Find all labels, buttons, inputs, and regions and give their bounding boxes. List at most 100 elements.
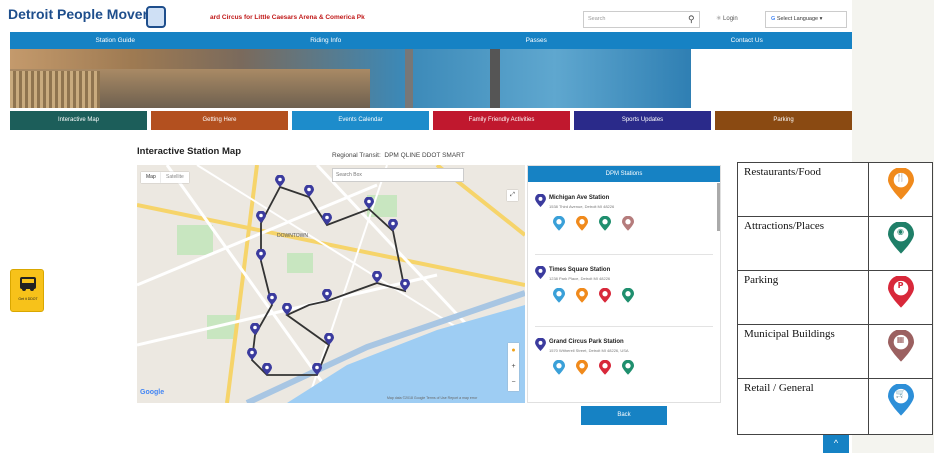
news-ticker[interactable]: ard Circus for Little Caesars Arena & Co… — [210, 14, 365, 21]
login-link[interactable]: ⚛ Login — [716, 15, 738, 22]
nav-riding-info[interactable]: Riding Info — [221, 32, 432, 49]
amenity-legend: Restaurants/Food 🍴 Attractions/Places ◉ … — [737, 162, 933, 435]
category-bar: Interactive Map Getting Here Events Cale… — [10, 111, 852, 130]
station-pin-icon[interactable] — [256, 211, 266, 223]
amenity-marker-icon[interactable] — [576, 215, 588, 236]
legend-label: Attractions/Places — [737, 216, 869, 271]
amenity-marker-icon[interactable] — [622, 215, 634, 236]
amenity-marker-icon[interactable] — [599, 287, 611, 308]
station-pin-icon[interactable] — [304, 185, 314, 197]
amenity-marker-icon[interactable] — [553, 287, 565, 308]
station-pin-icon — [535, 193, 546, 207]
station-amenity-icons — [553, 287, 634, 308]
category-family-activities[interactable]: Family Friendly Activities — [433, 111, 570, 130]
pegman-icon[interactable]: ● — [508, 343, 519, 359]
attraction-icon: ◉ — [887, 221, 914, 254]
amenity-marker-icon[interactable] — [576, 287, 588, 308]
map-search-input[interactable]: Search Box — [332, 168, 464, 182]
station-name[interactable]: Grand Circus Park Station — [549, 339, 624, 345]
page-title: Interactive Station Map — [137, 146, 241, 157]
legend-icon-cell: 🍴 — [868, 162, 933, 217]
station-pin-icon[interactable] — [267, 293, 277, 305]
station-pin-icon[interactable] — [256, 249, 266, 261]
search-input[interactable]: Search — [583, 11, 700, 28]
zoom-out-button[interactable]: − — [508, 375, 519, 391]
amenity-marker-icon[interactable] — [599, 215, 611, 236]
map-canvas[interactable]: DOWNTOWN — [137, 165, 525, 403]
back-button[interactable]: Back — [581, 406, 667, 425]
station-address: 1238 Park Place, Detroit MI 48226 — [549, 276, 611, 281]
station-name[interactable]: Michigan Ave Station — [549, 195, 609, 201]
station-amenity-icons — [553, 359, 634, 380]
zoom-in-button[interactable]: + — [508, 359, 519, 375]
zoom-control[interactable]: ● + − — [508, 343, 519, 391]
site-logo[interactable]: Detroit People Mover — [8, 6, 148, 22]
station-pin-icon[interactable] — [400, 279, 410, 291]
legend-row: Retail / General 🛒 — [737, 378, 933, 435]
station-item[interactable]: Grand Circus Park Station 1570 Witherell… — [535, 337, 715, 398]
main-nav: Station Guide Riding Info Passes Contact… — [10, 32, 852, 49]
amenity-marker-icon[interactable] — [599, 359, 611, 380]
map-attribution[interactable]: Map data ©2018 Google Terms of Use Repor… — [387, 396, 477, 400]
legend-icon-glyph: 🛒 — [895, 389, 906, 398]
category-getting-here[interactable]: Getting Here — [151, 111, 288, 130]
hero-fence — [10, 71, 100, 108]
bus-icon — [20, 277, 36, 291]
station-pin-icon[interactable] — [262, 363, 272, 375]
category-sports-updates[interactable]: Sports Updates — [574, 111, 711, 130]
amenity-marker-icon[interactable] — [622, 359, 634, 380]
category-parking[interactable]: Parking — [715, 111, 852, 130]
regional-transit-options[interactable]: DPM QLINE DDOT SMART — [384, 152, 464, 159]
station-pin-icon[interactable] — [250, 323, 260, 335]
legend-label: Parking — [737, 270, 869, 325]
legend-icon-glyph: 🍴 — [895, 173, 906, 182]
amenity-marker-icon[interactable] — [553, 215, 565, 236]
legend-icon-cell: 🛒 — [868, 378, 933, 435]
search-icon[interactable]: ⚲ — [688, 14, 695, 25]
station-address: 1538 Third Avenue, Detroit MI 48226 — [549, 204, 615, 209]
chevron-down-icon: ▾ — [818, 16, 823, 22]
station-item[interactable]: Michigan Ave Station 1538 Third Avenue, … — [535, 193, 715, 254]
station-pin-icon[interactable] — [282, 303, 292, 315]
station-pin-icon[interactable] — [324, 333, 334, 345]
google-logo: Google — [140, 389, 165, 396]
regional-transit: Regional Transit: DPM QLINE DDOT SMART — [332, 152, 465, 159]
nav-contact-us[interactable]: Contact Us — [642, 32, 853, 49]
station-pin-icon[interactable] — [372, 271, 382, 283]
legend-label: Restaurants/Food — [737, 162, 869, 217]
legend-row: Municipal Buildings ▦ — [737, 324, 933, 379]
panel-scrollbar[interactable] — [717, 183, 720, 231]
ddot-app-badge[interactable]: Get it DDOT — [10, 269, 44, 312]
amenity-marker-icon[interactable] — [622, 287, 634, 308]
station-item[interactable]: Times Square Station 1238 Park Place, De… — [535, 265, 715, 326]
parking-icon: P — [887, 275, 914, 308]
legend-row: Parking P — [737, 270, 933, 325]
station-name[interactable]: Times Square Station — [549, 267, 610, 273]
map-view-button[interactable]: Map — [141, 172, 161, 183]
amenity-marker-icon[interactable] — [576, 359, 588, 380]
station-map[interactable]: DOWNTOWN Map Satellite Search Box ⤢ ● + … — [137, 165, 525, 403]
legend-icon-glyph: P — [897, 281, 904, 290]
category-events-calendar[interactable]: Events Calendar — [292, 111, 429, 130]
building-icon: ▦ — [887, 329, 914, 362]
nav-passes[interactable]: Passes — [431, 32, 642, 49]
station-pin-icon[interactable] — [364, 197, 374, 209]
station-pin-icon[interactable] — [312, 363, 322, 375]
logo-badge-icon — [146, 6, 166, 28]
station-pin-icon[interactable] — [388, 219, 398, 231]
language-select[interactable]: G Select Language ▾ — [765, 11, 847, 28]
satellite-view-button[interactable]: Satellite — [161, 172, 189, 183]
scroll-top-button[interactable]: ^ — [823, 435, 849, 453]
station-pin-icon[interactable] — [247, 348, 257, 360]
nav-station-guide[interactable]: Station Guide — [10, 32, 221, 49]
fullscreen-icon[interactable]: ⤢ — [507, 190, 518, 201]
app-badge-label: Get it DDOT — [18, 297, 38, 301]
amenity-marker-icon[interactable] — [553, 359, 565, 380]
category-interactive-map[interactable]: Interactive Map — [10, 111, 147, 130]
station-pin-icon[interactable] — [275, 175, 285, 187]
station-pin-icon[interactable] — [322, 289, 332, 301]
station-panel: DPM Stations Michigan Ave Station 1538 T… — [527, 165, 721, 403]
station-pin-icon[interactable] — [322, 213, 332, 225]
station-pin-icon — [535, 265, 546, 279]
legend-icon-glyph: ◉ — [897, 227, 904, 236]
